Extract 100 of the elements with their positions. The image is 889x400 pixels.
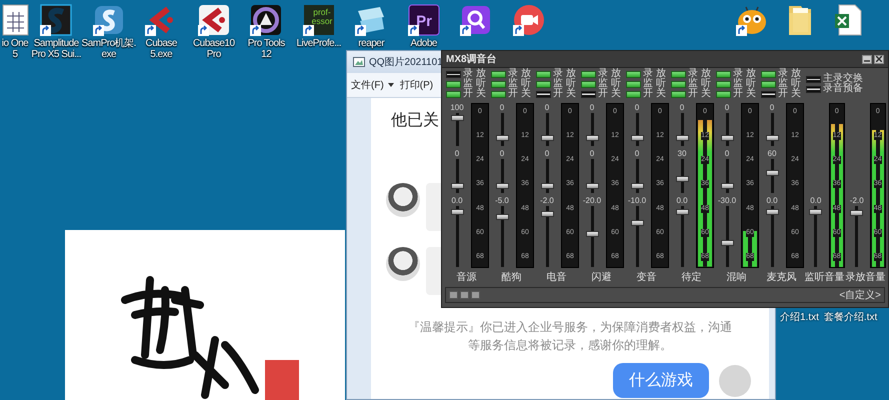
- icon-label[interactable]: Pro Tools 12: [248, 38, 285, 60]
- fader-value: 0.0: [676, 196, 688, 205]
- preset-label[interactable]: <自定义>: [839, 288, 881, 302]
- toggle-label: 监 听: [688, 79, 711, 89]
- channel-name: 变音: [636, 270, 656, 285]
- toggle-button[interactable]: [626, 90, 641, 98]
- text-logo-icon[interactable]: prof- essor: [302, 3, 336, 37]
- fader-value: 0: [634, 149, 640, 158]
- toggle-button[interactable]: [446, 80, 461, 88]
- toggle-button[interactable]: [626, 80, 641, 88]
- slider-thumb[interactable]: [676, 208, 688, 215]
- slider-thumb[interactable]: [630, 134, 644, 141]
- fader-value: 0: [500, 103, 504, 112]
- toggle-button[interactable]: [536, 80, 551, 88]
- toggle-label: 录 放: [553, 69, 576, 79]
- slider-thumb[interactable]: [540, 211, 554, 218]
- fader-value: -2.0: [850, 196, 864, 205]
- icon-label[interactable]: Adobe: [410, 38, 437, 49]
- ring-app-icon[interactable]: [249, 3, 284, 37]
- toggle-button[interactable]: [536, 90, 551, 98]
- toggle-button[interactable]: [581, 80, 596, 88]
- slider-thumb[interactable]: [766, 170, 778, 176]
- wave-app-icon[interactable]: [92, 3, 126, 37]
- slider-thumb[interactable]: [586, 230, 598, 237]
- toggle-button[interactable]: [491, 80, 506, 88]
- toggle-button[interactable]: [536, 70, 551, 78]
- icon-label[interactable]: Cubase10 Pro: [192, 38, 235, 60]
- toggle-label: 录 放: [688, 69, 711, 79]
- fader-value: 0: [724, 103, 730, 112]
- menu-item[interactable]: 文件(F): [350, 76, 395, 94]
- close-icon[interactable]: [876, 56, 882, 62]
- camera-icon[interactable]: [512, 3, 546, 37]
- slider-thumb[interactable]: [586, 182, 598, 189]
- icon-label[interactable]: Cubase 5.exe: [146, 38, 177, 60]
- slider-thumb[interactable]: [676, 134, 688, 141]
- toggle-button[interactable]: [716, 70, 731, 78]
- slider-thumb[interactable]: [496, 214, 508, 220]
- toggle-button[interactable]: [446, 70, 461, 78]
- slider-thumb[interactable]: [720, 134, 734, 141]
- chat-heading: 他已关: [391, 110, 439, 131]
- slider-thumb[interactable]: [809, 208, 822, 215]
- toggle-button[interactable]: [491, 70, 506, 78]
- toggle-button[interactable]: [761, 70, 776, 78]
- slider-thumb[interactable]: [720, 240, 734, 246]
- fader-value: -5.0: [495, 196, 509, 205]
- chevron-app-icon[interactable]: [196, 3, 231, 37]
- toggle-button[interactable]: [716, 80, 731, 88]
- channel-name: 监听音量: [804, 270, 844, 285]
- toggle-button[interactable]: [806, 76, 821, 82]
- toggle-button[interactable]: [581, 90, 596, 98]
- slider-thumb[interactable]: [676, 176, 688, 182]
- toggle-label: 开 关: [508, 89, 531, 99]
- file-label[interactable]: 套餐介绍.txt: [824, 310, 878, 324]
- window-title: QQ图片2021101: [369, 56, 443, 69]
- slider-thumb[interactable]: [850, 210, 864, 216]
- toggle-button[interactable]: [671, 70, 686, 78]
- toggle-button[interactable]: [491, 90, 506, 98]
- toggle-button[interactable]: [806, 86, 821, 92]
- slider-thumb[interactable]: [630, 182, 644, 189]
- slider-thumb[interactable]: [496, 134, 508, 141]
- channel-name: 待定: [682, 270, 702, 285]
- toggle-button[interactable]: [671, 90, 686, 98]
- icon-label[interactable]: SamPro机架. exe: [82, 38, 136, 60]
- slider-thumb[interactable]: [450, 208, 464, 215]
- toggle-button[interactable]: [626, 70, 641, 78]
- menu-item[interactable]: 打印(P): [398, 76, 434, 94]
- slider-thumb[interactable]: [450, 115, 464, 122]
- slider-thumb[interactable]: [630, 220, 644, 226]
- toggle-label: 开 关: [643, 89, 666, 99]
- slider-thumb[interactable]: [766, 134, 778, 141]
- icon-label[interactable]: Samplitude Pro X5 Sui...: [31, 38, 82, 60]
- file-label[interactable]: 介绍1.txt: [780, 310, 819, 324]
- slider-thumb[interactable]: [540, 134, 554, 141]
- slider-thumb[interactable]: [766, 208, 778, 215]
- toggle-label: 监 听: [553, 79, 576, 89]
- toggle-button[interactable]: [581, 70, 596, 78]
- fader-value: 100: [450, 103, 464, 112]
- text-logo-icon[interactable]: Pr: [406, 3, 441, 37]
- slider-thumb[interactable]: [540, 182, 554, 189]
- fader-value: 0.0: [766, 196, 778, 205]
- toggle-button[interactable]: [716, 90, 731, 98]
- fader-value: 0: [454, 149, 460, 158]
- minimize-button[interactable]: [862, 54, 872, 64]
- fader-value: 0: [500, 149, 504, 158]
- toggle-label: 监 听: [778, 79, 801, 89]
- toggle-button[interactable]: [446, 90, 461, 98]
- toggle-button[interactable]: [761, 80, 776, 88]
- toggle-label: 录音预备: [823, 84, 863, 94]
- slider-thumb[interactable]: [586, 134, 598, 141]
- swoosh-app-icon[interactable]: [39, 3, 74, 37]
- slider-thumb[interactable]: [720, 182, 734, 189]
- icon-label[interactable]: LiveProfe...: [296, 38, 342, 49]
- icon-label[interactable]: io One 5: [2, 38, 28, 60]
- close-button[interactable]: [874, 54, 884, 64]
- slider-thumb[interactable]: [496, 182, 508, 189]
- dropdown-caret-icon[interactable]: [388, 83, 394, 87]
- slider-thumb[interactable]: [450, 182, 464, 189]
- toggle-button[interactable]: [761, 90, 776, 98]
- icon-label[interactable]: reaper: [358, 38, 384, 49]
- toggle-button[interactable]: [671, 80, 686, 88]
